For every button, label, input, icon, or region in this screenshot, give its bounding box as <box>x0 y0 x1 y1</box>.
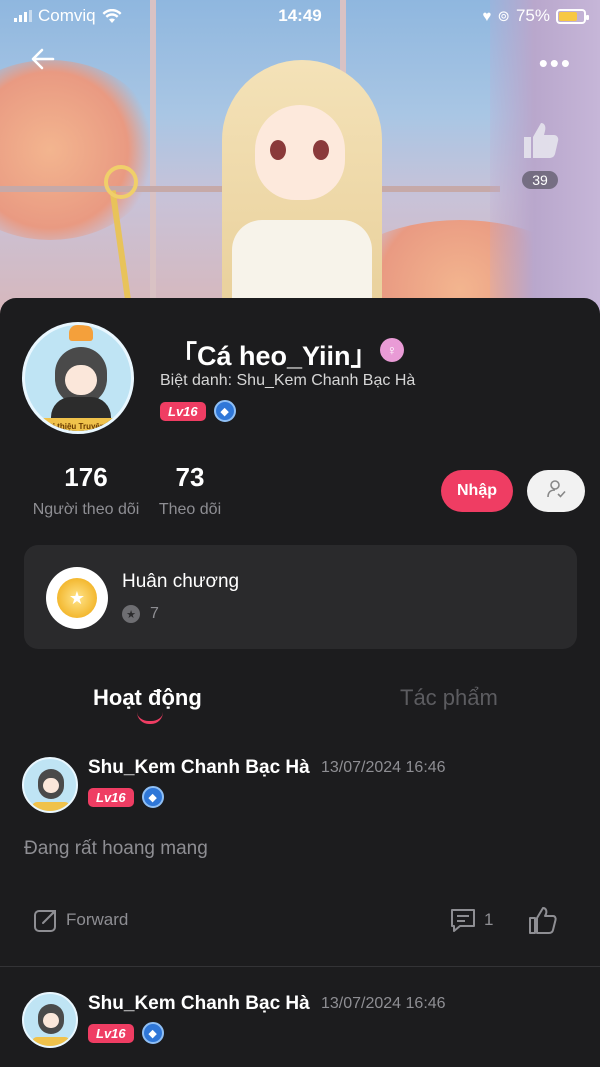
medal-icon: ★ <box>46 567 108 629</box>
crown-icon <box>69 325 93 341</box>
thumbs-up-icon <box>524 123 559 158</box>
character-illustration <box>270 140 286 160</box>
status-bar: Comviq 14:49 ♥ ⊚ 75% <box>0 0 600 32</box>
wifi-icon <box>102 8 122 23</box>
following-count: 73 <box>175 462 205 492</box>
comment-icon <box>451 909 475 932</box>
cover-banner <box>0 0 600 330</box>
post-author-name[interactable]: Shu_Kem Chanh Bạc Hà <box>88 757 310 779</box>
followers-label: Người theo dõi <box>32 501 140 518</box>
avatar-caption: Giới thiệu Truyện chat <box>31 418 131 431</box>
level-badge: Lv16 <box>160 401 206 421</box>
wand-decoration <box>104 165 138 199</box>
cloud-decoration <box>0 60 160 240</box>
like-button[interactable] <box>526 904 558 936</box>
window-frame <box>150 0 156 300</box>
avatar-frame: Giới thiệu Truyện chat <box>22 322 134 434</box>
level-badge: Lv16 <box>88 1023 134 1043</box>
more-horizontal-icon: ••• <box>538 48 572 78</box>
arrow-left-icon <box>31 48 55 70</box>
avatar[interactable]: Giới thiệu Truyện chat <box>22 322 134 434</box>
diamond-icon: ◆ <box>141 1022 164 1044</box>
badge-row: Lv16 ◆ <box>160 400 236 422</box>
post-author-name[interactable]: Shu_Kem Chanh Bạc Hà <box>88 993 310 1015</box>
battery-percent: 75% <box>515 6 550 25</box>
follow-button[interactable] <box>527 470 585 512</box>
join-button[interactable]: Nhập <box>441 470 513 512</box>
post-timestamp: 13/07/2024 16:46 <box>321 995 446 1012</box>
back-button[interactable] <box>28 44 60 76</box>
signal-icon <box>14 10 32 22</box>
post-author-avatar[interactable] <box>22 992 78 1048</box>
orientation-lock-icon: ⊚ <box>497 8 510 25</box>
carrier-name: Comviq <box>38 6 96 25</box>
nickname: Biệt danh: Shu_Kem Chanh Bạc Hà <box>160 372 416 389</box>
following-stat[interactable]: 73 Theo dõi <box>154 462 226 519</box>
post-divider <box>0 966 600 967</box>
female-icon: ♀ <box>380 338 404 362</box>
post-timestamp: 13/07/2024 16:46 <box>321 759 446 776</box>
post-badges: Lv16 ◆ <box>88 1022 164 1044</box>
post-author-avatar[interactable] <box>22 757 78 813</box>
forward-button[interactable]: Forward <box>32 906 128 934</box>
battery-icon <box>556 8 589 24</box>
medal-card[interactable]: ★ Huân chương ★ 7 <box>24 545 577 649</box>
person-check-icon <box>547 479 566 498</box>
profile-name: 「Cá heo_Yiin」 <box>170 341 378 371</box>
thumbs-up-icon <box>529 907 557 934</box>
avatar-image <box>65 365 97 395</box>
more-button[interactable]: ••• <box>539 48 572 79</box>
character-illustration <box>313 140 329 160</box>
character-illustration <box>255 105 345 200</box>
tab-activity[interactable]: Hoạt động <box>93 685 202 711</box>
star-icon: ★ <box>122 605 140 623</box>
tab-works[interactable]: Tác phẩm <box>400 685 498 711</box>
comment-count: 1 <box>484 910 494 929</box>
followers-count: 176 <box>64 462 108 492</box>
forward-label: Forward <box>66 910 129 929</box>
like-count: 39 <box>522 171 558 189</box>
following-label: Theo dõi <box>158 501 222 518</box>
followers-stat[interactable]: 176 Người theo dõi <box>28 462 144 519</box>
diamond-icon: ◆ <box>213 400 236 422</box>
status-time: 14:49 <box>278 6 322 25</box>
diamond-icon: ◆ <box>141 786 164 808</box>
medal-count: 7 <box>150 605 159 622</box>
share-icon <box>34 910 56 932</box>
comment-button[interactable]: 1 <box>448 906 493 934</box>
post-text[interactable]: Đang rất hoang mang <box>24 838 208 860</box>
level-badge: Lv16 <box>88 787 134 807</box>
post-badges: Lv16 ◆ <box>88 786 164 808</box>
heart-icon: ♥ <box>482 7 492 25</box>
like-profile-button[interactable]: 39 <box>515 118 565 190</box>
medal-title: Huân chương <box>122 571 240 592</box>
